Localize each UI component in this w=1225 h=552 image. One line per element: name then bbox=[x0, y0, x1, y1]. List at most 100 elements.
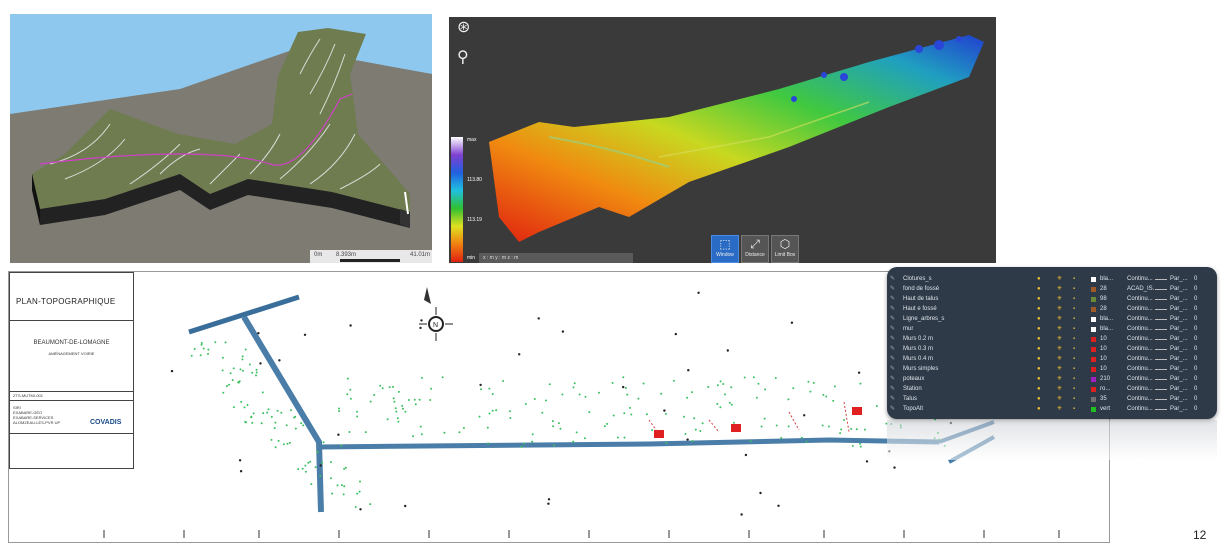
layer-lineweight: Par_... bbox=[1170, 286, 1188, 292]
layer-color-swatch[interactable] bbox=[1091, 277, 1096, 282]
terrain-scale-bar: 0m 8.393m 41.01m bbox=[310, 250, 432, 263]
sun-icon[interactable]: ✳ bbox=[1057, 365, 1062, 374]
layer-color-swatch[interactable] bbox=[1091, 407, 1096, 412]
layer-color-swatch[interactable] bbox=[1091, 367, 1096, 372]
layer-color-name: 10 bbox=[1100, 336, 1107, 342]
layer-row[interactable]: ✎ Murs 0.2 m ● ✳ ▪ 10 Continu... Par_... 0 bbox=[887, 335, 1217, 344]
layer-color-swatch[interactable] bbox=[1091, 337, 1096, 342]
layer-row[interactable]: ✎ Murs 0.3 m ● ✳ ▪ 10 Continu... Par_... 0 bbox=[887, 345, 1217, 354]
layer-pen-icon: ✎ bbox=[890, 276, 896, 282]
lock-icon[interactable]: ▪ bbox=[1073, 375, 1075, 384]
bulb-icon[interactable]: ● bbox=[1037, 385, 1041, 394]
lock-icon[interactable]: ▪ bbox=[1073, 405, 1075, 414]
tool-label: Window bbox=[716, 252, 734, 258]
layer-color-swatch[interactable] bbox=[1091, 357, 1096, 362]
layer-row[interactable]: ✎ mur ● ✳ ▪ bla... Continu... Par_... 0 bbox=[887, 325, 1217, 334]
layer-color-swatch[interactable] bbox=[1091, 387, 1096, 392]
layer-row[interactable]: ✎ TopoAlt ● ✳ ▪ vert Continu... Par_... 0 bbox=[887, 405, 1217, 414]
bulb-icon[interactable]: ● bbox=[1037, 355, 1041, 364]
layer-linetype: Continu... bbox=[1127, 356, 1153, 362]
layer-color-swatch[interactable] bbox=[1091, 327, 1096, 332]
lock-icon[interactable]: ▪ bbox=[1073, 335, 1075, 344]
bulb-icon[interactable]: ● bbox=[1037, 305, 1041, 314]
lock-icon[interactable]: ▪ bbox=[1073, 275, 1075, 284]
sun-icon[interactable]: ✳ bbox=[1057, 325, 1062, 334]
sun-icon[interactable]: ✳ bbox=[1057, 385, 1062, 394]
point-cloud-view[interactable]: ⊛ ⚲ max 113.80 113.19 min x : m y : m z … bbox=[449, 17, 996, 263]
layer-row[interactable]: ✎ Haut de talus ● ✳ ▪ 98 Continu... Par_... 0 bbox=[887, 295, 1217, 304]
window-tool-button[interactable]: ⬚ Window bbox=[711, 235, 739, 263]
layer-linetype: Continu... bbox=[1127, 376, 1153, 382]
sun-icon[interactable]: ✳ bbox=[1057, 275, 1062, 284]
sun-icon[interactable]: ✳ bbox=[1057, 335, 1062, 344]
search-icon[interactable]: ⚲ bbox=[457, 47, 469, 66]
lock-icon[interactable]: ▪ bbox=[1073, 385, 1075, 394]
distance-tool-button[interactable]: ⤢ Distance bbox=[741, 235, 769, 263]
layer-row[interactable]: ✎ Haut e fossé ● ✳ ▪ 28 Continu... Par_... 0 bbox=[887, 305, 1217, 314]
layer-color-swatch[interactable] bbox=[1091, 297, 1096, 302]
sun-icon[interactable]: ✳ bbox=[1057, 315, 1062, 324]
layer-lineweight: Par_... bbox=[1170, 326, 1188, 332]
layer-row[interactable]: ✎ Ligne_arbres_s ● ✳ ▪ bla... Continu... Par_..… bbox=[887, 315, 1217, 324]
lock-icon[interactable]: ▪ bbox=[1073, 395, 1075, 404]
bulb-icon[interactable]: ● bbox=[1037, 375, 1041, 384]
lock-icon[interactable]: ▪ bbox=[1073, 355, 1075, 364]
layer-name: poteaux bbox=[903, 376, 925, 382]
layer-color-swatch[interactable] bbox=[1091, 397, 1096, 402]
layer-row[interactable]: ✎ Murs 0.4 m ● ✳ ▪ 10 Continu... Par_... 0 bbox=[887, 355, 1217, 364]
terrain-3d-view[interactable]: 0m 8.393m 41.01m bbox=[10, 14, 432, 263]
layer-row[interactable]: ✎ Clotures_s ● ✳ ▪ bla... Continu... Par_... 0 bbox=[887, 275, 1217, 284]
bulb-icon[interactable]: ● bbox=[1037, 285, 1041, 294]
sun-icon[interactable]: ✳ bbox=[1057, 285, 1062, 294]
bulb-icon[interactable]: ● bbox=[1037, 365, 1041, 374]
compass-icon[interactable]: ⊛ bbox=[457, 17, 470, 36]
bulb-icon[interactable]: ● bbox=[1037, 275, 1041, 284]
bulb-icon[interactable]: ● bbox=[1037, 315, 1041, 324]
layer-transparency: 0 bbox=[1194, 326, 1198, 332]
layer-transparency: 0 bbox=[1194, 346, 1198, 352]
bulb-icon[interactable]: ● bbox=[1037, 345, 1041, 354]
layer-color-name: 35 bbox=[1100, 396, 1107, 402]
layer-row[interactable]: ✎ Murs simples ● ✳ ▪ 10 Continu... Par_... 0 bbox=[887, 365, 1217, 374]
sun-icon[interactable]: ✳ bbox=[1057, 295, 1062, 304]
bulb-icon[interactable]: ● bbox=[1037, 325, 1041, 334]
sun-icon[interactable]: ✳ bbox=[1057, 375, 1062, 384]
layer-row[interactable]: ✎ Talus ● ✳ ▪ 35 Continu... Par_... 0 bbox=[887, 395, 1217, 404]
sun-icon[interactable]: ✳ bbox=[1057, 355, 1062, 364]
linetype-preview bbox=[1155, 349, 1167, 350]
layer-color-swatch[interactable] bbox=[1091, 307, 1096, 312]
lock-icon[interactable]: ▪ bbox=[1073, 325, 1075, 334]
lock-icon[interactable]: ▪ bbox=[1073, 295, 1075, 304]
plan-subtitle: AMÉNAGEMENT VOIRIE bbox=[48, 351, 95, 356]
lock-icon[interactable]: ▪ bbox=[1073, 285, 1075, 294]
sun-icon[interactable]: ✳ bbox=[1057, 305, 1062, 314]
layer-row[interactable]: ✎ poteaux ● ✳ ▪ 210 Continu... Par_... 0 bbox=[887, 375, 1217, 384]
bulb-icon[interactable]: ● bbox=[1037, 335, 1041, 344]
layer-linetype: Continu... bbox=[1127, 296, 1153, 302]
layer-color-name: bla... bbox=[1100, 326, 1114, 332]
layer-row[interactable]: ✎ fond de fossé ● ✳ ▪ 28 ACAD_IS... Par_... 0 bbox=[887, 285, 1217, 294]
sun-icon[interactable]: ✳ bbox=[1057, 345, 1062, 354]
legend-mid-high: 113.80 bbox=[467, 177, 482, 183]
bulb-icon[interactable]: ● bbox=[1037, 395, 1041, 404]
lock-icon[interactable]: ▪ bbox=[1073, 365, 1075, 374]
lock-icon[interactable]: ▪ bbox=[1073, 315, 1075, 324]
layer-manager-panel[interactable]: ✎ Clotures_s ● ✳ ▪ bla... Continu... Par_... 0 ✎ f… bbox=[887, 267, 1217, 419]
layer-name: Ligne_arbres_s bbox=[903, 316, 945, 322]
layer-color-swatch[interactable] bbox=[1091, 377, 1096, 382]
layer-pen-icon: ✎ bbox=[890, 366, 896, 372]
layer-color-swatch[interactable] bbox=[1091, 347, 1096, 352]
sun-icon[interactable]: ✳ bbox=[1057, 405, 1062, 414]
lock-icon[interactable]: ▪ bbox=[1073, 305, 1075, 314]
layer-row[interactable]: ✎ Station ● ✳ ▪ ro... Continu... Par_... 0 bbox=[887, 385, 1217, 394]
layer-color-swatch[interactable] bbox=[1091, 287, 1096, 292]
bulb-icon[interactable]: ● bbox=[1037, 405, 1041, 414]
distance-icon: ⤢ bbox=[750, 237, 760, 251]
layer-transparency: 0 bbox=[1194, 306, 1198, 312]
sun-icon[interactable]: ✳ bbox=[1057, 395, 1062, 404]
limit-box-tool-button[interactable]: ⬡ Limit Box bbox=[771, 235, 799, 263]
layer-color-swatch[interactable] bbox=[1091, 317, 1096, 322]
lock-icon[interactable]: ▪ bbox=[1073, 345, 1075, 354]
layer-pen-icon: ✎ bbox=[890, 356, 896, 362]
bulb-icon[interactable]: ● bbox=[1037, 295, 1041, 304]
